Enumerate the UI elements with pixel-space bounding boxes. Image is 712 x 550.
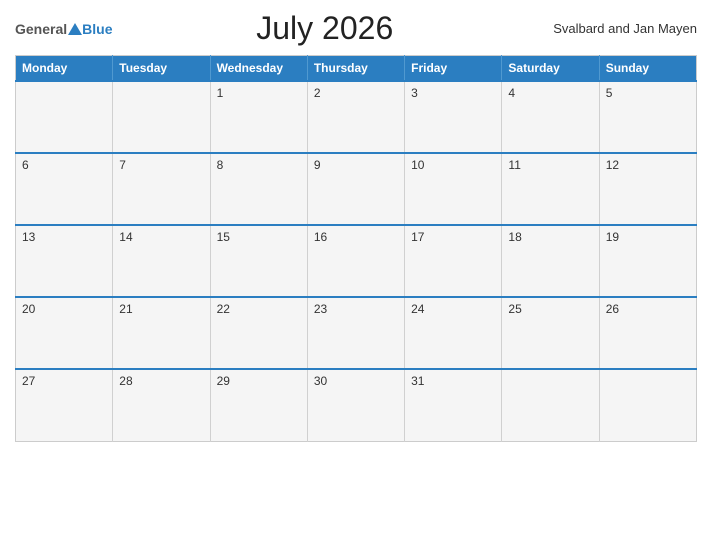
calendar-cell: 25	[502, 297, 599, 369]
day-number: 9	[314, 158, 321, 172]
calendar-cell: 14	[113, 225, 210, 297]
day-number: 14	[119, 230, 132, 244]
calendar-cell: 29	[210, 369, 307, 441]
day-number: 21	[119, 302, 132, 316]
calendar-container: General Blue July 2026 Svalbard and Jan …	[0, 0, 712, 550]
day-number: 10	[411, 158, 424, 172]
calendar-cell: 17	[405, 225, 502, 297]
day-number: 24	[411, 302, 424, 316]
calendar-cell: 13	[16, 225, 113, 297]
day-number: 8	[217, 158, 224, 172]
week-row-4: 20 21 22 23 24 25 26	[16, 297, 697, 369]
weekday-header-row: MondayTuesdayWednesdayThursdayFridaySatu…	[16, 56, 697, 82]
day-number: 16	[314, 230, 327, 244]
calendar-cell	[16, 81, 113, 153]
day-number: 26	[606, 302, 619, 316]
calendar-cell: 15	[210, 225, 307, 297]
calendar-cell	[599, 369, 696, 441]
weekday-header-sunday: Sunday	[599, 56, 696, 82]
calendar-cell: 18	[502, 225, 599, 297]
week-row-1: 1 2 3 4 5	[16, 81, 697, 153]
day-number: 7	[119, 158, 126, 172]
calendar-cell: 9	[307, 153, 404, 225]
calendar-cell: 12	[599, 153, 696, 225]
day-number: 13	[22, 230, 35, 244]
day-number: 2	[314, 86, 321, 100]
week-row-2: 6 7 8 9 10 11 12	[16, 153, 697, 225]
calendar-cell: 22	[210, 297, 307, 369]
calendar-cell: 4	[502, 81, 599, 153]
calendar-cell	[502, 369, 599, 441]
weekday-header-friday: Friday	[405, 56, 502, 82]
weekday-header-tuesday: Tuesday	[113, 56, 210, 82]
logo: General Blue	[15, 22, 112, 36]
day-number: 23	[314, 302, 327, 316]
calendar-table: MondayTuesdayWednesdayThursdayFridaySatu…	[15, 55, 697, 442]
calendar-cell: 11	[502, 153, 599, 225]
weekday-header-monday: Monday	[16, 56, 113, 82]
calendar-cell: 3	[405, 81, 502, 153]
calendar-cell: 8	[210, 153, 307, 225]
week-row-5: 27 28 29 30 31	[16, 369, 697, 441]
calendar-cell: 6	[16, 153, 113, 225]
day-number: 12	[606, 158, 619, 172]
day-number: 22	[217, 302, 230, 316]
day-number: 18	[508, 230, 521, 244]
calendar-cell: 10	[405, 153, 502, 225]
month-title: July 2026	[112, 10, 537, 47]
day-number: 17	[411, 230, 424, 244]
calendar-cell: 28	[113, 369, 210, 441]
weekday-header-wednesday: Wednesday	[210, 56, 307, 82]
calendar-cell: 20	[16, 297, 113, 369]
day-number: 6	[22, 158, 29, 172]
calendar-cell: 30	[307, 369, 404, 441]
day-number: 31	[411, 374, 424, 388]
calendar-cell: 23	[307, 297, 404, 369]
day-number: 27	[22, 374, 35, 388]
calendar-header: General Blue July 2026 Svalbard and Jan …	[15, 10, 697, 47]
day-number: 30	[314, 374, 327, 388]
calendar-cell: 5	[599, 81, 696, 153]
calendar-cell: 31	[405, 369, 502, 441]
logo-triangle-icon	[68, 23, 82, 35]
day-number: 20	[22, 302, 35, 316]
day-number: 28	[119, 374, 132, 388]
logo-blue-text: Blue	[82, 22, 112, 36]
day-number: 5	[606, 86, 613, 100]
calendar-cell: 24	[405, 297, 502, 369]
calendar-cell: 21	[113, 297, 210, 369]
day-number: 11	[508, 158, 520, 172]
day-number: 4	[508, 86, 515, 100]
calendar-cell: 1	[210, 81, 307, 153]
day-number: 1	[217, 86, 224, 100]
weekday-header-thursday: Thursday	[307, 56, 404, 82]
calendar-cell: 26	[599, 297, 696, 369]
day-number: 19	[606, 230, 619, 244]
day-number: 15	[217, 230, 230, 244]
logo-general-text: General	[15, 22, 67, 36]
calendar-cell: 16	[307, 225, 404, 297]
calendar-cell	[113, 81, 210, 153]
calendar-cell: 7	[113, 153, 210, 225]
day-number: 29	[217, 374, 230, 388]
calendar-cell: 27	[16, 369, 113, 441]
region-label: Svalbard and Jan Mayen	[537, 21, 697, 36]
day-number: 25	[508, 302, 521, 316]
calendar-cell: 2	[307, 81, 404, 153]
calendar-cell: 19	[599, 225, 696, 297]
week-row-3: 13 14 15 16 17 18 19	[16, 225, 697, 297]
day-number: 3	[411, 86, 418, 100]
weekday-header-saturday: Saturday	[502, 56, 599, 82]
